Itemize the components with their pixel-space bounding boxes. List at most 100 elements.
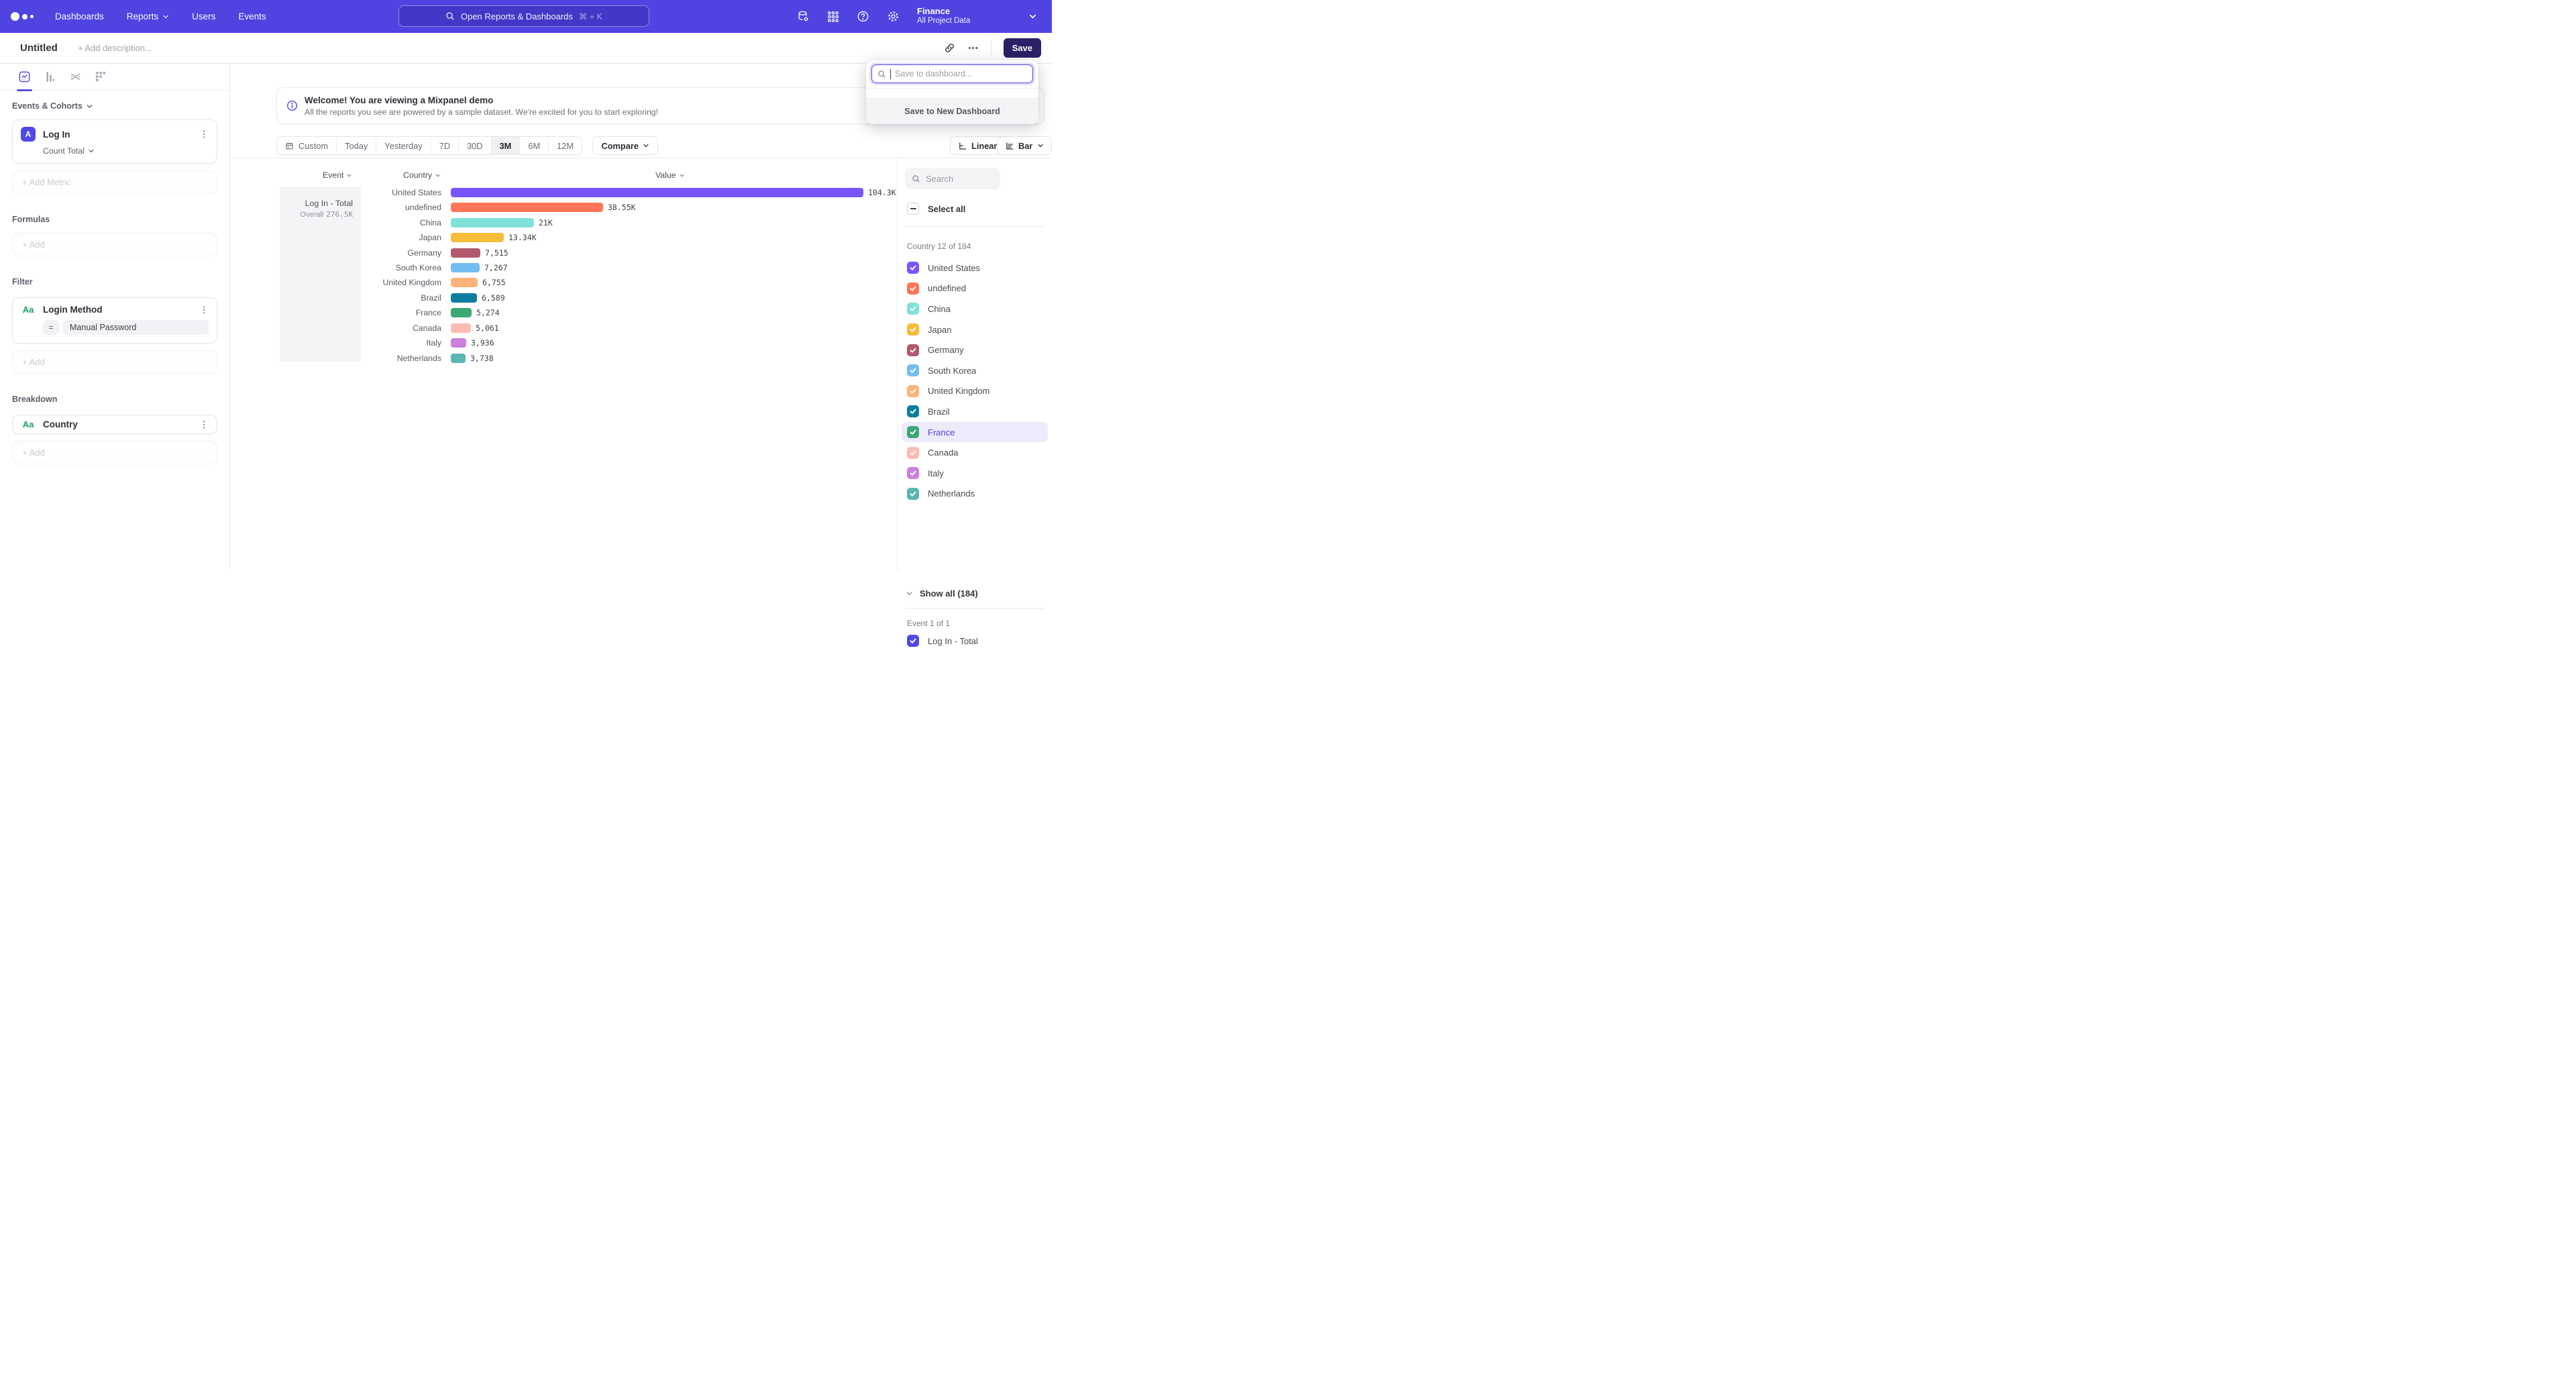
range-12m[interactable]: 12M — [549, 137, 582, 154]
breakdown-kebab-icon[interactable] — [199, 420, 209, 429]
segment-row-united-kingdom[interactable]: United Kingdom — [902, 381, 1048, 402]
category-label: Brazil — [230, 293, 441, 303]
show-all-toggle[interactable]: Show all (184) — [906, 588, 978, 599]
more-options-icon[interactable] — [967, 42, 979, 54]
event-checkbox-row[interactable]: Log In - Total — [907, 635, 978, 647]
add-metric-button[interactable]: + Add Metric — [12, 170, 217, 194]
bar[interactable] — [451, 293, 477, 303]
range-yesterday[interactable]: Yesterday — [376, 137, 431, 154]
event-checkbox[interactable] — [907, 635, 919, 647]
settings-gear-icon[interactable] — [887, 10, 900, 23]
nav-item-users[interactable]: Users — [192, 11, 215, 21]
tab-retention-icon[interactable] — [95, 70, 107, 83]
nav-item-events[interactable]: Events — [238, 11, 266, 21]
report-title[interactable]: Untitled — [20, 42, 58, 54]
apps-grid-icon[interactable] — [827, 11, 839, 23]
select-all-row[interactable]: Select all — [907, 203, 965, 215]
segment-row-france[interactable]: France — [902, 422, 1048, 443]
metric-card[interactable]: A Log In Count Total — [12, 119, 217, 164]
nav-item-reports[interactable]: Reports — [127, 11, 169, 21]
metric-aggregation[interactable]: Count Total — [43, 146, 209, 156]
segment-checkbox[interactable] — [907, 282, 919, 295]
chart-type-dropdown[interactable]: Bar — [997, 136, 1052, 155]
tab-funnels-icon[interactable] — [44, 70, 56, 83]
nav-menu: Dashboards Reports Users Events — [55, 11, 266, 21]
global-search-button[interactable]: Open Reports & Dashboards ⌘ + K — [398, 5, 649, 27]
bar[interactable] — [451, 203, 603, 212]
column-header-country[interactable]: Country — [403, 170, 441, 180]
segment-row-brazil[interactable]: Brazil — [902, 401, 1048, 422]
metric-kebab-icon[interactable] — [199, 130, 209, 139]
events-cohorts-label[interactable]: Events & Cohorts — [12, 101, 217, 111]
tab-insights-icon[interactable] — [18, 70, 31, 83]
segment-checkbox[interactable] — [907, 303, 919, 315]
tab-flows-icon[interactable] — [69, 70, 82, 83]
breakdown-card[interactable]: Aa Country — [12, 415, 217, 434]
segment-checkbox[interactable] — [907, 467, 919, 479]
segment-search-input[interactable] — [926, 174, 993, 184]
save-dashboard-search[interactable] — [871, 64, 1033, 83]
segment-checkbox[interactable] — [907, 323, 919, 335]
nav-item-dashboards[interactable]: Dashboards — [55, 11, 104, 21]
add-breakdown-button[interactable]: + Add — [12, 441, 217, 464]
segment-row-canada[interactable]: Canada — [902, 442, 1048, 463]
bar[interactable] — [451, 248, 480, 258]
compare-button[interactable]: Compare — [592, 136, 657, 155]
range-30d[interactable]: 30D — [459, 137, 491, 154]
segment-row-united-states[interactable]: United States — [902, 258, 1048, 278]
bar[interactable] — [451, 218, 534, 227]
column-header-value[interactable]: Value — [655, 170, 685, 180]
filter-operator[interactable]: = — [43, 320, 59, 335]
filter-value[interactable]: Manual Password — [63, 320, 209, 335]
segment-search[interactable] — [905, 168, 1000, 189]
breakdown-property-name[interactable]: Country — [43, 419, 199, 429]
bar[interactable] — [451, 278, 478, 287]
save-button[interactable]: Save — [1004, 38, 1041, 58]
segment-row-japan[interactable]: Japan — [902, 319, 1048, 340]
range-3m[interactable]: 3M — [492, 137, 521, 154]
range-today[interactable]: Today — [337, 137, 376, 154]
segment-row-china[interactable]: China — [902, 299, 1048, 319]
segment-checkbox[interactable] — [907, 405, 919, 417]
help-icon[interactable] — [857, 10, 869, 23]
bar[interactable] — [451, 263, 480, 272]
search-icon — [912, 174, 920, 183]
filter-card[interactable]: Aa Login Method = Manual Password — [12, 297, 217, 344]
segment-row-netherlands[interactable]: Netherlands — [902, 484, 1048, 505]
save-dashboard-input[interactable] — [895, 69, 1032, 79]
bar[interactable] — [451, 323, 471, 333]
segment-row-italy[interactable]: Italy — [902, 463, 1048, 484]
copy-link-icon[interactable] — [944, 42, 955, 54]
segment-row-undefined[interactable]: undefined — [902, 278, 1048, 299]
save-to-new-dashboard-button[interactable]: Save to New Dashboard — [866, 98, 1038, 124]
range-custom[interactable]: Custom — [277, 137, 337, 154]
column-header-event[interactable]: Event — [323, 170, 352, 180]
segment-checkbox[interactable] — [907, 262, 919, 274]
segment-row-germany[interactable]: Germany — [902, 340, 1048, 360]
filter-kebab-icon[interactable] — [199, 305, 209, 315]
add-filter-button[interactable]: + Add — [12, 350, 217, 374]
add-formula-button[interactable]: + Add — [12, 233, 217, 256]
bar[interactable] — [451, 338, 466, 348]
bar[interactable] — [451, 308, 472, 317]
range-6m[interactable]: 6M — [520, 137, 549, 154]
filter-property-name[interactable]: Login Method — [43, 305, 199, 315]
select-all-checkbox[interactable] — [907, 203, 919, 215]
range-7d[interactable]: 7D — [431, 137, 459, 154]
project-selector[interactable]: Finance All Project Data — [917, 7, 996, 25]
bar[interactable] — [451, 354, 466, 363]
segment-checkbox[interactable] — [907, 364, 919, 376]
segment-row-south-korea[interactable]: South Korea — [902, 360, 1048, 381]
segment-checkbox[interactable] — [907, 385, 919, 397]
segment-checkbox[interactable] — [907, 488, 919, 500]
bar[interactable] — [451, 233, 504, 242]
project-chevron-down-icon[interactable] — [1028, 12, 1037, 21]
mixpanel-logo[interactable] — [11, 12, 40, 21]
data-management-icon[interactable] — [797, 10, 810, 23]
segment-checkbox[interactable] — [907, 426, 919, 438]
add-description[interactable]: + Add description... — [78, 43, 152, 53]
segment-checkbox[interactable] — [907, 447, 919, 459]
segment-checkbox[interactable] — [907, 344, 919, 356]
bar[interactable] — [451, 188, 863, 197]
metric-event-name[interactable]: Log In — [43, 130, 199, 140]
